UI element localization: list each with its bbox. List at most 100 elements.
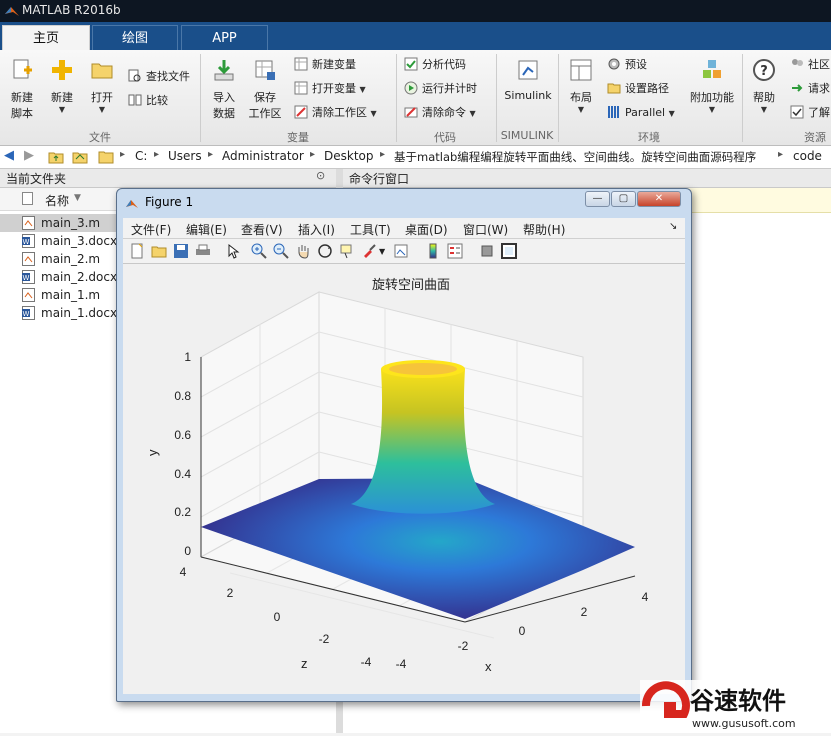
menu-file[interactable]: 文件(F) xyxy=(131,221,171,238)
breadcrumb-item[interactable]: code xyxy=(793,149,822,163)
maximize-button[interactable]: ▢ xyxy=(611,191,636,207)
print-icon[interactable] xyxy=(195,243,211,259)
learn-button[interactable]: 了解 xyxy=(790,104,830,122)
import-data-button[interactable]: 导入 数据 xyxy=(206,58,242,121)
brush-icon[interactable] xyxy=(361,243,377,259)
breadcrumb-item[interactable]: Administrator xyxy=(222,149,304,163)
rotate-3d-icon[interactable] xyxy=(317,243,333,259)
breadcrumb-separator: ▸ xyxy=(310,149,316,160)
run-and-time-button[interactable]: 运行并计时 xyxy=(404,80,477,98)
breadcrumb-item[interactable]: 基于matlab编程编程旋转平面曲线、空间曲线。旋转空间曲面源码程序 xyxy=(394,149,756,165)
menu-window[interactable]: 窗口(W) xyxy=(463,221,508,238)
up-folder-icon[interactable] xyxy=(48,149,64,165)
menu-desktop[interactable]: 桌面(D) xyxy=(405,221,448,238)
save-workspace-button[interactable]: 保存 工作区 xyxy=(246,58,284,121)
dock-arrow-icon[interactable]: ↘ xyxy=(669,221,677,232)
open-variable-button[interactable]: 打开变量 ▼ xyxy=(294,80,366,98)
help-icon: ? xyxy=(753,59,775,81)
import-icon xyxy=(214,60,234,81)
link-plot-icon[interactable] xyxy=(393,243,409,259)
community-button[interactable]: 社区 xyxy=(790,56,830,74)
help-button[interactable]: ? 帮助 ▼ xyxy=(748,58,780,114)
save-icon[interactable] xyxy=(173,243,189,259)
breadcrumb-item[interactable]: C: xyxy=(135,149,147,163)
browse-folder-icon[interactable] xyxy=(72,149,88,165)
addons-icon xyxy=(703,60,721,78)
y-tick-label: 0.8 xyxy=(174,389,191,403)
svg-text:?: ? xyxy=(760,64,768,79)
zoom-out-icon[interactable] xyxy=(273,243,289,259)
watermark-brand: 谷速软件 xyxy=(690,687,786,715)
file-name: main_3.docx xyxy=(41,234,118,248)
tab-apps[interactable]: APP xyxy=(181,25,268,50)
menu-tools[interactable]: 工具(T) xyxy=(350,221,391,238)
y-axis-label: y xyxy=(145,449,160,456)
pointer-icon[interactable] xyxy=(225,243,241,259)
preferences-button[interactable]: 预设 xyxy=(607,56,647,74)
open-button[interactable]: 打开 ▼ xyxy=(84,58,120,114)
z-tick-label: -4 xyxy=(361,655,372,669)
compare-button[interactable]: 比较 xyxy=(128,92,168,110)
surface-plot[interactable]: 旋转空间曲面 1 0.8 0.6 0.4 0.2 0 y 4 2 0 -2 -4… xyxy=(123,264,685,694)
data-cursor-icon[interactable] xyxy=(339,243,355,259)
menu-insert[interactable]: 插入(I) xyxy=(298,221,335,238)
chevron-down-icon: ▼ xyxy=(359,85,366,94)
tab-plots[interactable]: 绘图 xyxy=(92,25,178,50)
close-button[interactable]: ✕ xyxy=(637,191,681,207)
colorbar-icon[interactable] xyxy=(425,243,441,259)
figure-canvas[interactable]: 旋转空间曲面 1 0.8 0.6 0.4 0.2 0 y 4 2 0 -2 -4… xyxy=(123,264,685,694)
menu-help[interactable]: 帮助(H) xyxy=(523,221,565,238)
x-tick-label: 0 xyxy=(519,624,526,638)
group-label-code: 代码 xyxy=(434,131,456,144)
name-column-header[interactable]: 名称 xyxy=(45,192,69,209)
clear-workspace-icon xyxy=(294,105,308,119)
svg-text:W: W xyxy=(23,274,30,282)
menu-edit[interactable]: 编辑(E) xyxy=(186,221,227,238)
watermark-logo: 谷速软件 www.gususoft.com xyxy=(640,680,831,733)
figure-window[interactable]: Figure 1 — ▢ ✕ 文件(F) 编辑(E) 查看(V) 插入(I) 工… xyxy=(116,188,692,702)
pan-hand-icon[interactable] xyxy=(295,243,311,259)
new-script-button[interactable]: 新建 脚本 xyxy=(4,58,40,121)
parallel-button[interactable]: Parallel ▼ xyxy=(607,104,675,122)
hide-plot-tools-icon[interactable] xyxy=(479,243,495,259)
request-support-button[interactable]: 请求 xyxy=(790,80,830,98)
simulink-button[interactable]: Simulink xyxy=(502,58,554,102)
new-figure-icon[interactable] xyxy=(129,243,145,259)
figure-toolbar: ▼ xyxy=(123,239,685,264)
open-file-icon[interactable] xyxy=(151,243,167,259)
group-label-simulink: SIMULINK xyxy=(500,129,554,142)
forward-arrow-icon[interactable]: ▶ xyxy=(24,148,34,163)
analyze-code-button[interactable]: 分析代码 xyxy=(404,56,466,74)
menu-view[interactable]: 查看(V) xyxy=(241,221,283,238)
breadcrumb-item[interactable]: Users xyxy=(168,149,202,163)
clear-workspace-button[interactable]: 清除工作区 ▼ xyxy=(294,104,377,122)
plot-title: 旋转空间曲面 xyxy=(372,278,450,293)
minimize-button[interactable]: — xyxy=(585,191,610,207)
set-path-button[interactable]: 设置路径 xyxy=(607,80,669,98)
addons-button[interactable]: 附加功能 ▼ xyxy=(686,58,738,114)
breadcrumb-item[interactable]: Desktop xyxy=(324,149,374,163)
watermark-badge: 谷速软件 www.gususoft.com xyxy=(640,680,831,733)
ribbon: 新建 脚本 新建 ▼ 打开 ▼ 查找文件 比较 文件 导入 数据 保存 工作区 … xyxy=(0,50,831,146)
legend-icon[interactable] xyxy=(447,243,463,259)
chevron-down-icon: ▼ xyxy=(469,109,476,118)
find-files-button[interactable]: 查找文件 xyxy=(128,68,190,86)
layout-button[interactable]: 布局 ▼ xyxy=(563,58,599,114)
svg-text:W: W xyxy=(23,310,30,318)
clear-commands-button[interactable]: 清除命令 ▼ xyxy=(404,104,476,122)
file-name: main_2.m xyxy=(41,252,101,266)
group-label-environment: 环境 xyxy=(638,131,660,144)
watermark-url: www.gususoft.com xyxy=(692,717,796,730)
y-tick-label: 1 xyxy=(184,350,191,364)
show-plot-tools-icon[interactable] xyxy=(501,243,517,259)
zoom-in-icon[interactable] xyxy=(251,243,267,259)
new-variable-button[interactable]: 新建变量 xyxy=(294,56,356,74)
new-button[interactable]: 新建 ▼ xyxy=(44,58,80,114)
file-name: main_2.docx xyxy=(41,270,118,284)
new-script-icon xyxy=(13,59,32,79)
back-arrow-icon[interactable]: ◀ xyxy=(4,148,14,163)
panel-menu-icon[interactable]: ⊙ xyxy=(316,169,325,182)
command-window-title: 命令行窗口 xyxy=(349,172,410,186)
tab-home[interactable]: 主页 xyxy=(2,25,90,50)
command-window-header: 命令行窗口 xyxy=(343,169,831,188)
